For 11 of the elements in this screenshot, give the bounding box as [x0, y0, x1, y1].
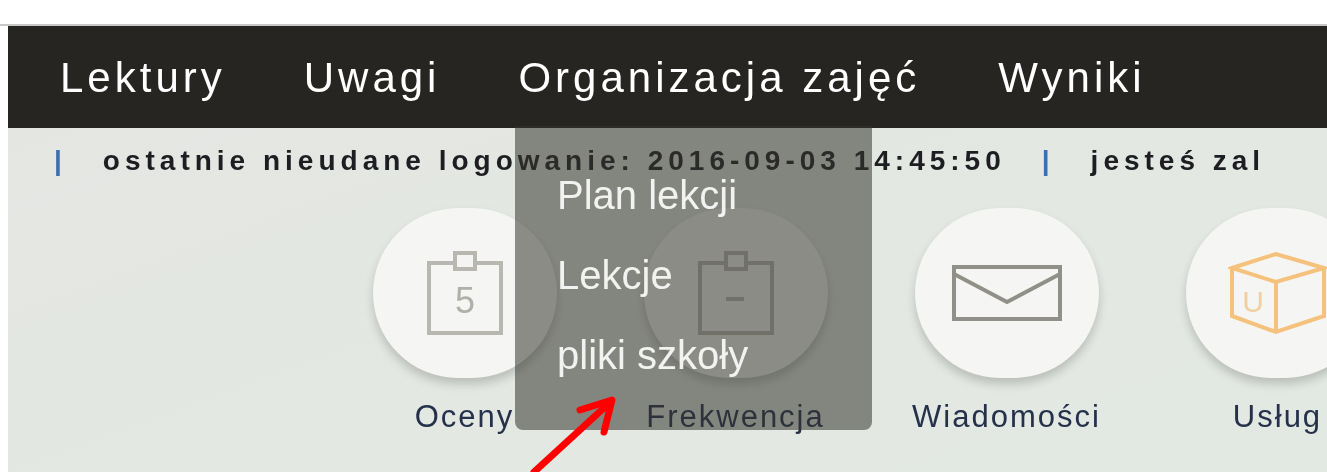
- nav-link[interactable]: Uwagi: [303, 45, 441, 109]
- separator: |: [54, 144, 67, 178]
- tile-label[interactable]: Wiadomości: [912, 394, 1101, 441]
- nav-link[interactable]: Organizacja zajęć: [518, 45, 921, 109]
- nav-link[interactable]: Lektury: [60, 45, 226, 109]
- envelope-icon: [950, 264, 1063, 322]
- nav-link[interactable]: Wyniki: [998, 45, 1146, 109]
- login-status-text: jesteś zal: [1090, 144, 1266, 178]
- tile-label[interactable]: Oceny: [414, 394, 515, 441]
- tile-label[interactable]: Usług: [1232, 394, 1323, 441]
- separator: |: [1041, 144, 1055, 178]
